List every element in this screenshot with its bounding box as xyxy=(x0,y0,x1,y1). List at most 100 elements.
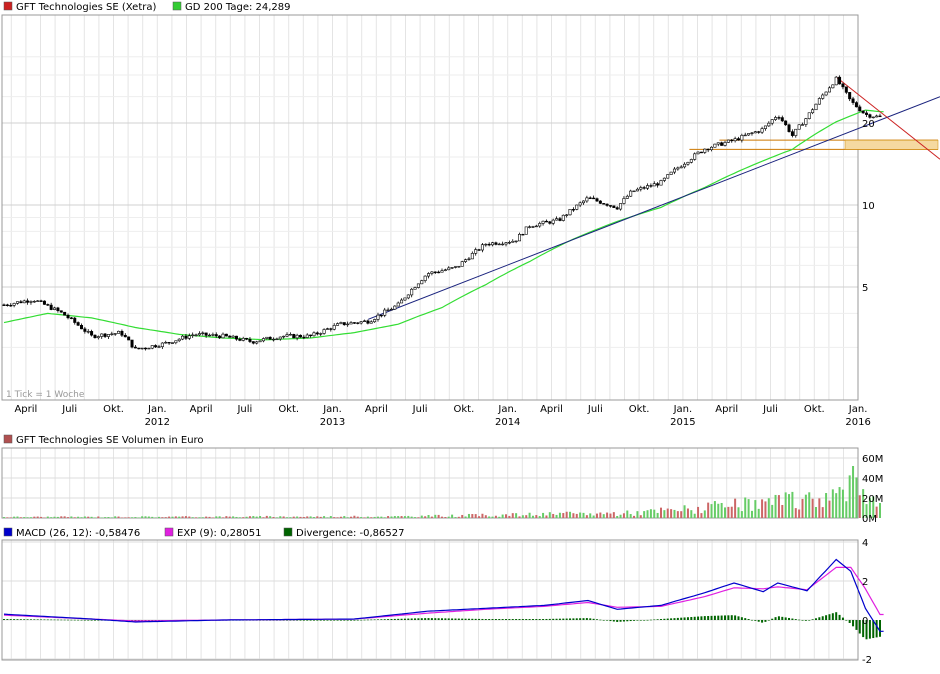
volume-bar xyxy=(414,517,416,518)
candle-body xyxy=(761,129,763,133)
candle-body xyxy=(559,219,561,221)
volume-bar xyxy=(57,517,59,518)
candle-body xyxy=(754,132,756,133)
candle-body xyxy=(232,336,234,337)
candle-body xyxy=(714,144,716,147)
candle-body xyxy=(539,223,541,226)
divergence-bar xyxy=(606,620,608,621)
candle-body xyxy=(360,322,362,323)
divergence-bar xyxy=(390,619,392,620)
volume-bar xyxy=(468,514,470,518)
candle-body xyxy=(313,333,315,336)
candle-body xyxy=(677,168,679,169)
candle-body xyxy=(542,221,544,223)
x-month-label: April xyxy=(14,404,37,415)
divergence-bar xyxy=(370,620,372,621)
divergence-bar xyxy=(596,619,598,620)
divergence-bar xyxy=(667,619,669,620)
candle-body xyxy=(158,347,160,348)
volume-bar xyxy=(262,517,264,518)
volume-bar xyxy=(141,516,143,518)
candle-body xyxy=(404,298,406,300)
divergence-bar xyxy=(552,619,554,620)
candle-body xyxy=(640,188,642,190)
divergence-bar xyxy=(320,620,322,621)
candle-body xyxy=(299,335,301,337)
volume-bar xyxy=(77,517,79,518)
volume-bar xyxy=(852,466,854,518)
divergence-bar xyxy=(498,619,500,620)
volume-bar xyxy=(303,517,305,518)
volume-bar xyxy=(279,516,281,518)
volume-bar xyxy=(623,513,625,518)
candle-body xyxy=(188,336,190,339)
volume-bar xyxy=(377,517,379,518)
candle-body xyxy=(367,321,369,323)
x-month-label: Jan. xyxy=(673,404,693,415)
volume-bar xyxy=(512,513,514,518)
candle-body xyxy=(660,180,662,185)
divergence-bar xyxy=(781,617,783,620)
divergence-bar xyxy=(326,620,328,621)
candle-body xyxy=(646,186,648,189)
candle-body xyxy=(121,331,123,335)
candle-body xyxy=(741,135,743,140)
volume-bar xyxy=(754,500,756,518)
volume-bar xyxy=(808,492,810,518)
divergence-bar xyxy=(47,620,49,621)
volume-bar xyxy=(168,517,170,518)
sma200-line xyxy=(4,110,884,340)
candle-body xyxy=(771,120,773,124)
candle-body xyxy=(552,220,554,223)
candle-body xyxy=(704,149,706,152)
volume-bar xyxy=(407,516,409,518)
volume-bar xyxy=(566,512,568,518)
volume-bar xyxy=(518,516,520,518)
candle-body xyxy=(144,348,146,349)
volume-bar xyxy=(239,517,241,518)
x-year-label: 2014 xyxy=(495,417,520,428)
legend-swatch-divergence xyxy=(284,528,292,536)
candle-body xyxy=(532,227,534,228)
divergence-bar xyxy=(539,619,541,620)
candle-body xyxy=(417,284,419,288)
volume-bar xyxy=(235,517,237,518)
candle-body xyxy=(154,345,156,346)
volume-bar xyxy=(539,516,541,518)
candle-body xyxy=(758,132,760,133)
macd-y-tick-label: 0 xyxy=(862,616,868,627)
volume-bar xyxy=(84,516,86,518)
divergence-bar xyxy=(505,619,507,620)
candle-body xyxy=(134,347,136,348)
candle-body xyxy=(498,244,500,245)
candle-body xyxy=(488,244,490,245)
volume-bar xyxy=(475,514,477,518)
candle-body xyxy=(700,152,702,153)
x-year-label: 2013 xyxy=(320,417,345,428)
volume-bar xyxy=(515,513,517,518)
candle-body xyxy=(424,276,426,281)
divergence-bar xyxy=(80,620,82,621)
volume-bar xyxy=(761,499,763,518)
x-year-label: 2012 xyxy=(145,417,170,428)
divergence-bar xyxy=(849,620,851,623)
legend-label-exp: EXP (9): 0,28051 xyxy=(177,528,261,539)
candle-body xyxy=(181,336,183,339)
divergence-bar xyxy=(397,619,399,620)
volume-bar xyxy=(401,516,403,518)
divergence-bar xyxy=(357,620,359,621)
volume-bar xyxy=(364,517,366,518)
volume-bar xyxy=(485,515,487,518)
candle-body xyxy=(23,301,25,303)
candle-body xyxy=(724,142,726,145)
volume-bar xyxy=(67,517,69,518)
price-legend: GFT Technologies SE (Xetra) GD 200 Tage:… xyxy=(4,2,291,13)
candle-body xyxy=(586,198,588,201)
x-month-label: Okt. xyxy=(454,404,475,415)
volume-bar xyxy=(286,517,288,518)
divergence-bar xyxy=(714,616,716,620)
volume-bar xyxy=(626,511,628,518)
divergence-bar xyxy=(310,620,312,621)
price-panel-frame xyxy=(2,15,858,400)
candle-body xyxy=(191,335,193,336)
